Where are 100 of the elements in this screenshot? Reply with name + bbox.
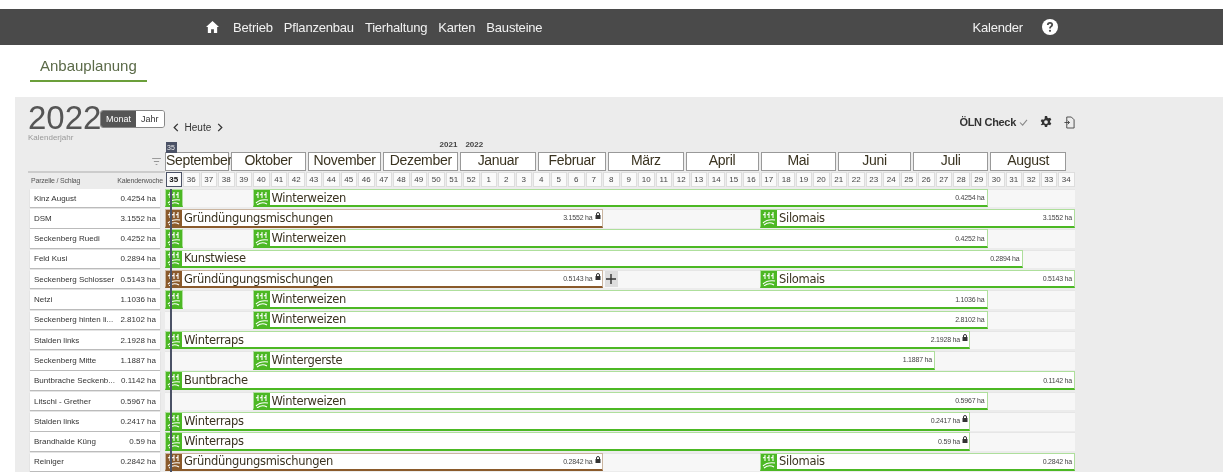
field-cell[interactable]: Stalden links 2.1928 ha xyxy=(30,330,160,350)
week-number: 51 xyxy=(445,172,462,187)
field-area: 0.59 ha xyxy=(129,437,156,447)
week-number: 25 xyxy=(900,172,917,187)
week-number: 44 xyxy=(323,172,340,187)
week-number: 35 xyxy=(165,172,182,187)
field-name: Brandhalde Küng xyxy=(34,437,96,447)
view-mode-button[interactable]: Monat xyxy=(101,111,136,127)
week-number: 20 xyxy=(813,172,830,187)
month-header: Juli xyxy=(913,152,989,171)
crop-name: Gründüngungsmischungen xyxy=(184,454,333,469)
field-area: 0.5967 ha xyxy=(120,396,156,406)
field-name: Reiniger xyxy=(34,457,64,467)
field-area: 3.1552 ha xyxy=(120,213,156,223)
week-number: 17 xyxy=(760,172,777,187)
year-label: 2021 xyxy=(439,140,458,151)
year-caption: Kalenderjahr xyxy=(28,132,75,142)
month-header: November xyxy=(308,152,382,171)
field-area: 0.4252 ha xyxy=(120,234,156,244)
field-area: 0.1142 ha xyxy=(121,376,156,386)
month-header: Dezember xyxy=(383,152,459,171)
field-name: Buntbrache Seckenb... xyxy=(34,376,115,386)
month-header: Oktober xyxy=(230,152,306,171)
week-number: 11 xyxy=(655,172,672,187)
crop-name: Buntbrache xyxy=(184,373,248,388)
field-cell[interactable]: Kinz August 0.4254 ha xyxy=(30,188,160,208)
field-cell[interactable]: Reiniger 0.2842 ha xyxy=(30,452,160,472)
month-header: Februar xyxy=(537,152,607,171)
week-number: 50 xyxy=(428,172,445,187)
field-cell[interactable]: Buntbrache Seckenb... 0.1142 ha xyxy=(30,371,160,390)
field-cell[interactable]: Litschi - Grether 0.5967 ha xyxy=(30,391,160,411)
field-name: Feld Kusi xyxy=(34,254,68,264)
field-cell[interactable]: DSM 3.1552 ha xyxy=(30,209,160,228)
crop-name: Winterweizen xyxy=(271,393,346,408)
field-area: 2.8102 ha xyxy=(120,315,156,325)
field-name: Stalden links xyxy=(34,335,80,345)
week-number: 46 xyxy=(358,172,375,187)
week-number: 45 xyxy=(340,172,357,187)
field-area: 1.1036 ha xyxy=(120,295,156,305)
crop-name: Winterraps xyxy=(184,413,244,428)
week-number: 31 xyxy=(1005,172,1022,187)
week-number: 49 xyxy=(410,172,427,187)
page-tab[interactable]: Anbauplanung xyxy=(30,57,147,82)
check-link[interactable]: ÖLN Check xyxy=(959,116,1016,128)
nav-link[interactable]: Betrieb xyxy=(233,19,273,35)
field-cell[interactable]: Netzi 1.1036 ha xyxy=(30,290,160,309)
field-area: 2.1928 ha xyxy=(120,335,156,345)
month-header: September xyxy=(165,152,229,171)
month-header: Juni xyxy=(838,152,912,171)
week-number: 40 xyxy=(253,172,270,187)
week-number: 42 xyxy=(288,172,305,187)
field-cell[interactable]: Stalden links 0.2417 ha xyxy=(30,412,160,431)
crop-name: Silomais xyxy=(779,210,825,225)
crop-name: Silomais xyxy=(779,454,825,469)
crop-name: Kunstwiese xyxy=(184,251,246,266)
week-number: 18 xyxy=(778,172,795,187)
month-header: März xyxy=(608,152,684,171)
week-number: 23 xyxy=(865,172,882,187)
week-number: 8 xyxy=(603,172,620,187)
week-number: 28 xyxy=(953,172,970,187)
week-number: 16 xyxy=(743,172,760,187)
week-number: 27 xyxy=(935,172,952,187)
week-number: 21 xyxy=(830,172,847,187)
calendar-link[interactable]: Kalender xyxy=(972,19,1023,35)
view-mode-button[interactable]: Jahr xyxy=(136,111,164,127)
crop-name: Winterweizen xyxy=(271,190,346,205)
today-link[interactable]: Heute xyxy=(184,121,212,133)
crop-name: Winterraps xyxy=(184,434,244,449)
week-number: 48 xyxy=(393,172,410,187)
year-label: 2022 xyxy=(465,140,484,151)
week-number: 13 xyxy=(690,172,707,187)
field-cell[interactable]: Seckenberg Mitte 1.1887 ha xyxy=(30,351,160,370)
week-number: 15 xyxy=(725,172,742,187)
week-number: 39 xyxy=(235,172,252,187)
year-title: 2022 xyxy=(28,102,100,133)
field-name: DSM xyxy=(34,213,52,223)
week-number: 22 xyxy=(848,172,865,187)
crop-name: Gründüngungsmischungen xyxy=(184,271,333,286)
field-cell[interactable]: Feld Kusi 0.2894 ha xyxy=(30,249,160,269)
field-cell[interactable]: Seckenberg hinten li... 2.8102 ha xyxy=(30,310,160,330)
crop-name: Winterweizen xyxy=(271,292,346,307)
field-cell[interactable]: Brandhalde Küng 0.59 ha xyxy=(30,432,160,451)
field-cell[interactable]: Seckenberg Schlosser 0.5143 ha xyxy=(30,270,160,289)
week-number: 9 xyxy=(620,172,637,187)
crop-name: Winterraps xyxy=(184,332,244,347)
field-cell[interactable]: Seckenberg Ruedi 0.4252 ha xyxy=(30,229,160,248)
week-number: 4 xyxy=(533,172,550,187)
field-name: Seckenberg Mitte xyxy=(34,355,97,365)
week-number: 41 xyxy=(270,172,287,187)
crop-name: Wintergerste xyxy=(271,352,343,367)
week-number: 5 xyxy=(550,172,567,187)
week-number: 36 xyxy=(183,172,200,187)
nav-link[interactable]: Pflanzenbau xyxy=(283,19,354,35)
week-number: 29 xyxy=(970,172,987,187)
nav-link[interactable]: Bausteine xyxy=(486,19,543,35)
month-header: Januar xyxy=(460,152,536,171)
week-number: 14 xyxy=(708,172,725,187)
nav-link[interactable]: Tierhaltung xyxy=(364,19,428,35)
nav-link[interactable]: Karten xyxy=(438,19,476,35)
week-number: 24 xyxy=(883,172,900,187)
